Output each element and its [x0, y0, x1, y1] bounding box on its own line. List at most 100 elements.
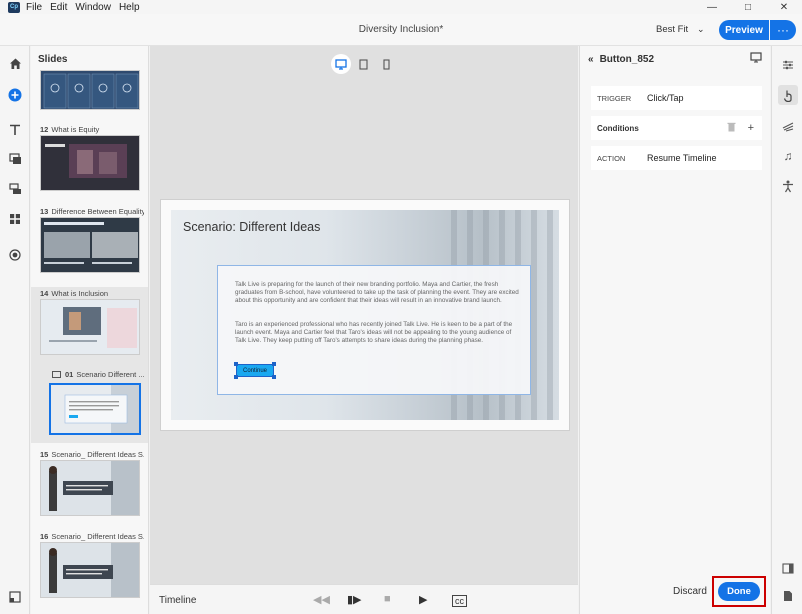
- accessibility-icon[interactable]: [778, 176, 798, 196]
- more-options-button[interactable]: ···: [770, 20, 796, 40]
- window-controls: — □ ✕: [694, 0, 802, 14]
- rewind-icon[interactable]: ◀◀: [313, 593, 330, 606]
- menu-window[interactable]: Window: [75, 2, 111, 13]
- slide-thumbnail[interactable]: [40, 217, 140, 273]
- media-icon[interactable]: [6, 150, 24, 168]
- properties-sliders-icon[interactable]: [778, 55, 798, 75]
- slide-number: 16: [40, 532, 49, 541]
- record-icon[interactable]: [6, 246, 24, 264]
- interactions-touch-icon[interactable]: [778, 85, 798, 105]
- trigger-row[interactable]: TRIGGER Click/Tap: [591, 86, 762, 110]
- widgets-icon[interactable]: [6, 210, 24, 228]
- close-icon[interactable]: ✕: [766, 0, 802, 14]
- done-button[interactable]: Done: [718, 582, 760, 601]
- resize-handle[interactable]: [272, 362, 276, 366]
- slide-heading[interactable]: Scenario: Different Ideas: [183, 220, 320, 234]
- desktop-view-icon[interactable]: [331, 54, 352, 74]
- timeline-label[interactable]: Timeline: [159, 595, 196, 606]
- slide-title: Scenario_ Different Ideas S...: [51, 450, 144, 459]
- preview-button[interactable]: Preview: [719, 20, 769, 40]
- discard-button[interactable]: Discard: [673, 586, 707, 597]
- resize-handle[interactable]: [272, 375, 276, 379]
- top-bar: Diversity Inclusion* Best Fit ⌄ Preview …: [0, 14, 802, 46]
- right-icon-rail: ♫: [771, 46, 802, 614]
- play-icon[interactable]: ▶: [419, 593, 427, 606]
- continue-button[interactable]: Continue: [236, 364, 274, 377]
- scenario-paragraph-1: Talk Live is preparing for the launch of…: [235, 281, 519, 305]
- slide-label[interactable]: 14 What is Inclusion: [40, 289, 144, 298]
- slide-stage[interactable]: Scenario: Different Ideas Talk Live is p…: [171, 210, 559, 420]
- device-switcher: [330, 53, 398, 75]
- slide-thumbnail[interactable]: [40, 299, 140, 355]
- slide-title: What is Equity: [51, 125, 100, 134]
- stage-canvas[interactable]: Scenario: Different Ideas Talk Live is p…: [150, 46, 578, 584]
- slide-title: Difference Between Equality...: [51, 207, 144, 216]
- mobile-view-icon[interactable]: [377, 54, 397, 74]
- menu-help[interactable]: Help: [119, 2, 140, 13]
- interaction-icon[interactable]: [6, 180, 24, 198]
- slide-title: What is Inclusion: [51, 289, 109, 298]
- slide-label[interactable]: 16 Scenario_ Different Ideas S...: [40, 532, 144, 541]
- done-highlight: Done: [712, 576, 766, 607]
- slide-label[interactable]: 12 What is Equity: [40, 125, 144, 134]
- action-value[interactable]: Resume Timeline: [647, 153, 717, 163]
- tablet-view-icon[interactable]: [354, 54, 374, 74]
- fit-select[interactable]: Best Fit: [656, 24, 688, 35]
- panel-layout-icon[interactable]: [778, 558, 798, 578]
- slide-label[interactable]: 01 Scenario Different ...: [65, 370, 145, 379]
- slide-number: 14: [40, 289, 49, 298]
- action-row[interactable]: ACTION Resume Timeline: [591, 146, 762, 170]
- menu-edit[interactable]: Edit: [50, 2, 67, 13]
- audio-icon[interactable]: ♫: [778, 146, 798, 166]
- slide-number: 15: [40, 450, 49, 459]
- menu-file[interactable]: File: [26, 2, 42, 13]
- slide-thumbnail[interactable]: [40, 70, 140, 110]
- slide-number: 01: [65, 370, 74, 379]
- monitor-icon[interactable]: [750, 52, 762, 66]
- add-condition-icon[interactable]: +: [748, 122, 754, 135]
- slide-thumbnail[interactable]: [40, 460, 140, 516]
- chevron-down-icon[interactable]: ⌄: [697, 24, 705, 35]
- slide-number: 12: [40, 125, 49, 134]
- scenario-paragraph-2: Taro is an experienced professional who …: [235, 321, 513, 345]
- object-stack-icon: [52, 371, 61, 378]
- scenario-textbox[interactable]: Talk Live is preparing for the launch of…: [217, 265, 531, 395]
- trigger-label: TRIGGER: [597, 93, 632, 103]
- closed-captions-icon[interactable]: cc: [452, 595, 467, 607]
- timeline-bar: Timeline ◀◀ ▮▶ ■ ▶ cc: [150, 584, 578, 614]
- app-logo: Cp: [8, 1, 20, 13]
- object-name: Button_852: [599, 54, 655, 65]
- maximize-icon[interactable]: □: [730, 0, 766, 14]
- panel-toggle-icon[interactable]: [6, 588, 24, 606]
- collapse-panel-icon[interactable]: «: [588, 54, 594, 65]
- resize-handle[interactable]: [234, 375, 238, 379]
- menu-bar: Cp File Edit Window Help — □ ✕: [0, 0, 802, 14]
- slide-frame: Scenario: Different Ideas Talk Live is p…: [160, 199, 570, 431]
- properties-header: « Button_852: [588, 54, 654, 65]
- slide-label[interactable]: 13 Difference Between Equality...: [40, 207, 144, 216]
- document-icon[interactable]: [778, 586, 798, 606]
- trigger-value[interactable]: Click/Tap: [647, 93, 684, 103]
- slide-label[interactable]: 15 Scenario_ Different Ideas S...: [40, 450, 144, 459]
- resize-handle[interactable]: [234, 362, 238, 366]
- home-icon[interactable]: [6, 54, 24, 72]
- step-forward-icon[interactable]: ▮▶: [347, 593, 362, 606]
- properties-panel: « Button_852 TRIGGER Click/Tap Conditions…: [579, 46, 770, 614]
- slides-panel-title: Slides: [38, 54, 68, 65]
- slide-title: Scenario_ Different Ideas S...: [51, 532, 144, 541]
- minimize-icon[interactable]: —: [694, 0, 730, 14]
- conditions-row: Conditions +: [591, 116, 762, 140]
- slide-thumbnail[interactable]: [40, 135, 140, 191]
- slide-number: 13: [40, 207, 49, 216]
- slide-thumbnail-selected[interactable]: [49, 383, 141, 435]
- slides-panel: Slides 12 What is Equity 13 Difference Bet…: [31, 46, 149, 614]
- animation-icon[interactable]: [778, 116, 798, 136]
- stop-icon[interactable]: ■: [384, 593, 391, 605]
- action-label: ACTION: [597, 153, 626, 163]
- slide-thumbnail[interactable]: [40, 542, 140, 598]
- conditions-label: Conditions: [597, 123, 639, 133]
- add-icon[interactable]: [6, 86, 24, 104]
- delete-icon[interactable]: [727, 122, 736, 135]
- text-icon[interactable]: [6, 121, 24, 139]
- left-toolbar: [0, 46, 30, 614]
